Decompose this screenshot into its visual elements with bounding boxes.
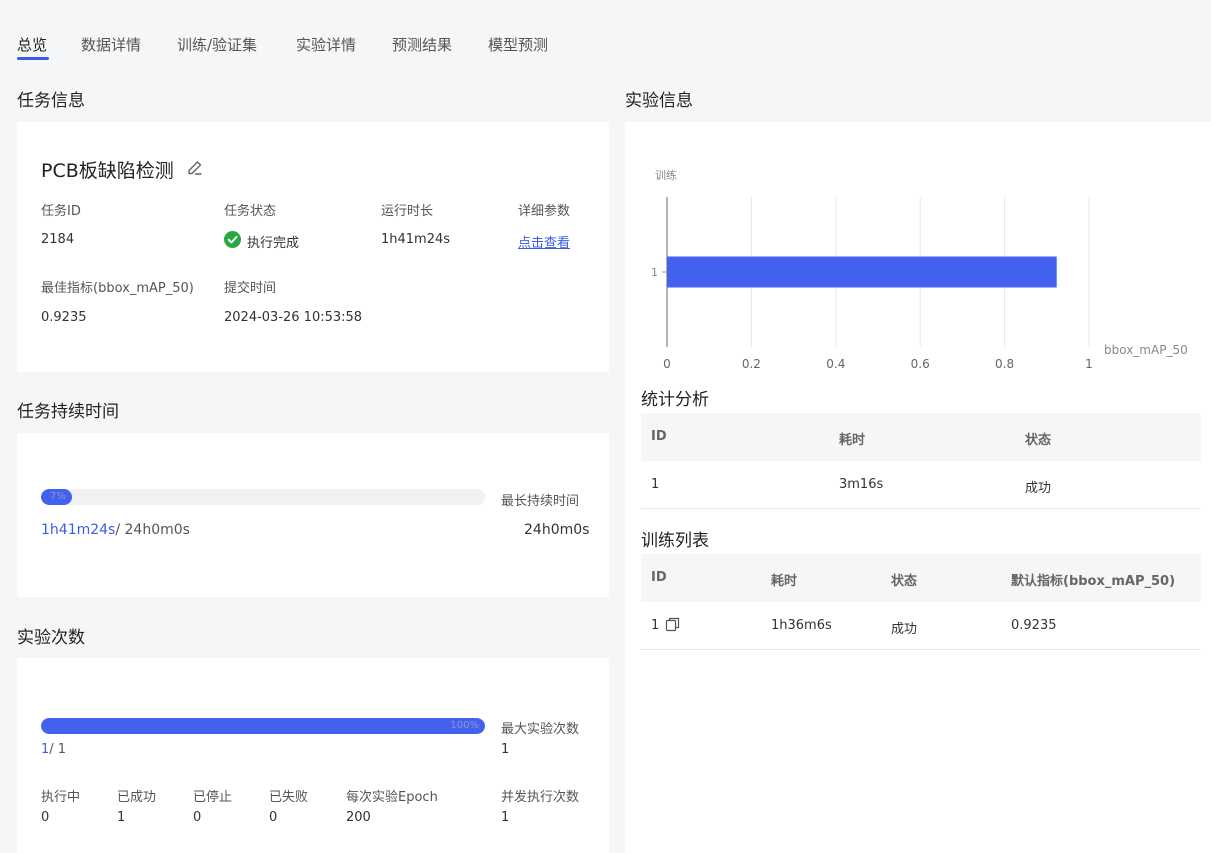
- stat-epoch-value: 200: [346, 810, 371, 825]
- train-row-status: 成功: [891, 622, 918, 637]
- max-duration-value: 24h0m0s: [524, 522, 590, 538]
- stat-stopped-value: 0: [193, 810, 202, 825]
- stats-row-status: 成功: [1025, 481, 1052, 496]
- experiments-card: 100% 最大实验次数 1/ 1 1 执行中 0 已成功 1 已停止 0 已失败…: [17, 658, 609, 853]
- duration-title: 任务持续时间: [17, 402, 119, 422]
- task-name: PCB板缺陷检测: [41, 160, 174, 182]
- x-tick-label: 0.6: [911, 357, 930, 371]
- max-experiments-label: 最大实验次数: [501, 722, 580, 737]
- stat-success-label: 已成功: [117, 790, 157, 805]
- stat-stopped-label: 已停止: [193, 790, 233, 805]
- train-col-duration: 耗时: [771, 574, 798, 589]
- train-table-header: ID 耗时 状态 默认指标(bbox_mAP_50): [641, 554, 1201, 602]
- chart-title: 训练: [655, 168, 677, 182]
- tab-overview[interactable]: 总览: [17, 34, 47, 55]
- submit-time-value: 2024-03-26 10:53:58: [224, 310, 363, 325]
- train-col-metric: 默认指标(bbox_mAP_50): [1011, 574, 1176, 589]
- duration-card: 7% 最长持续时间 1h41m24s/ 24h0m0s 24h0m0s: [17, 433, 609, 597]
- experiments-progress-fill: [41, 718, 485, 734]
- x-tick-label: 0.4: [826, 357, 845, 371]
- x-tick-label: 0.8: [995, 357, 1014, 371]
- duration-progress-bar: 7%: [41, 489, 485, 505]
- stat-running-label: 执行中: [41, 790, 81, 805]
- stats-col-status: 状态: [1025, 433, 1052, 448]
- y-tick-label: 1: [651, 266, 658, 279]
- x-tick-label: 0.2: [742, 357, 761, 371]
- train-row-metric: 0.9235: [1011, 618, 1057, 633]
- stat-concurrency-label: 并发执行次数: [501, 790, 580, 805]
- task-status-value: 执行完成: [247, 236, 300, 251]
- train-col-status: 状态: [891, 574, 918, 589]
- duration-progress-label: 7%: [50, 491, 66, 502]
- duration-total: / 24h0m0s: [115, 522, 190, 538]
- tab-prediction-results[interactable]: 预测结果: [392, 34, 452, 55]
- stats-analysis-title: 统计分析: [641, 390, 709, 410]
- stats-col-id: ID: [651, 429, 667, 444]
- task-info-title: 任务信息: [17, 91, 85, 111]
- params-label: 详细参数: [518, 204, 571, 219]
- duration-used: 1h41m24s: [41, 522, 116, 538]
- stat-failed-label: 已失败: [269, 790, 309, 805]
- max-experiments-value: 1: [501, 742, 510, 757]
- stat-failed-value: 0: [269, 810, 278, 825]
- stat-success-value: 1: [117, 810, 126, 825]
- check-circle-icon: [224, 231, 241, 252]
- best-metric-label: 最佳指标(bbox_mAP_50): [41, 281, 194, 296]
- stats-row-divider: [641, 508, 1201, 509]
- tab-train-val-set[interactable]: 训练/验证集: [177, 34, 257, 55]
- submit-time-label: 提交时间: [224, 281, 277, 296]
- stats-table-header: ID 耗时 状态: [641, 413, 1201, 461]
- stat-running-value: 0: [41, 810, 50, 825]
- experiments-title: 实验次数: [17, 628, 85, 648]
- tab-model-prediction[interactable]: 模型预测: [488, 34, 548, 55]
- runtime-label: 运行时长: [381, 204, 434, 219]
- edit-icon[interactable]: [185, 158, 205, 182]
- best-metric-value: 0.9235: [41, 310, 87, 325]
- x-tick-label: 1: [1085, 357, 1093, 371]
- training-bar-chart: 训练 0 0.2 0.4 0.6 0.8 1 1 bbox_mAP_50: [651, 168, 1188, 371]
- runtime-value: 1h41m24s: [381, 232, 451, 247]
- experiment-info-card: 训练 0 0.2 0.4 0.6 0.8 1 1 bbox_mAP_50 统计分析 ID 耗时 …: [625, 122, 1211, 853]
- copy-icon[interactable]: [665, 617, 680, 636]
- task-info-card: PCB板缺陷检测 任务ID 2184 任务状态 执行完成 运行时长 1h41m2…: [17, 122, 609, 372]
- x-tick-label: 0: [663, 357, 671, 371]
- task-id-label: 任务ID: [41, 204, 81, 219]
- experiments-progress-bar: 100%: [41, 718, 485, 734]
- experiments-progress-label: 100%: [450, 720, 479, 731]
- duration-usage: 1h41m24s/ 24h0m0s: [41, 522, 190, 538]
- experiment-info-title: 实验信息: [625, 91, 693, 111]
- train-col-id: ID: [651, 570, 667, 585]
- experiments-total: / 1: [49, 742, 67, 757]
- train-row-duration: 1h36m6s: [771, 618, 832, 633]
- max-duration-label: 最长持续时间: [501, 494, 580, 509]
- training-list-title: 训练列表: [641, 531, 709, 551]
- bar: [667, 256, 1057, 288]
- stats-col-duration: 耗时: [839, 433, 866, 448]
- stats-row-duration: 3m16s: [839, 477, 884, 492]
- train-row-divider: [641, 649, 1201, 650]
- tab-data-details[interactable]: 数据详情: [81, 34, 141, 55]
- tab-experiment-details[interactable]: 实验详情: [296, 34, 356, 55]
- experiments-usage: 1/ 1: [41, 742, 66, 757]
- active-tab-indicator: [17, 57, 49, 60]
- stat-epoch-label: 每次实验Epoch: [346, 790, 438, 805]
- task-id-value: 2184: [41, 232, 75, 247]
- view-params-link[interactable]: 点击查看: [518, 232, 570, 251]
- stats-row-id: 1: [651, 477, 660, 492]
- train-row-id: 1: [651, 618, 660, 633]
- x-axis-label: bbox_mAP_50: [1104, 343, 1188, 357]
- task-status-label: 任务状态: [224, 204, 277, 219]
- stat-concurrency-value: 1: [501, 810, 510, 825]
